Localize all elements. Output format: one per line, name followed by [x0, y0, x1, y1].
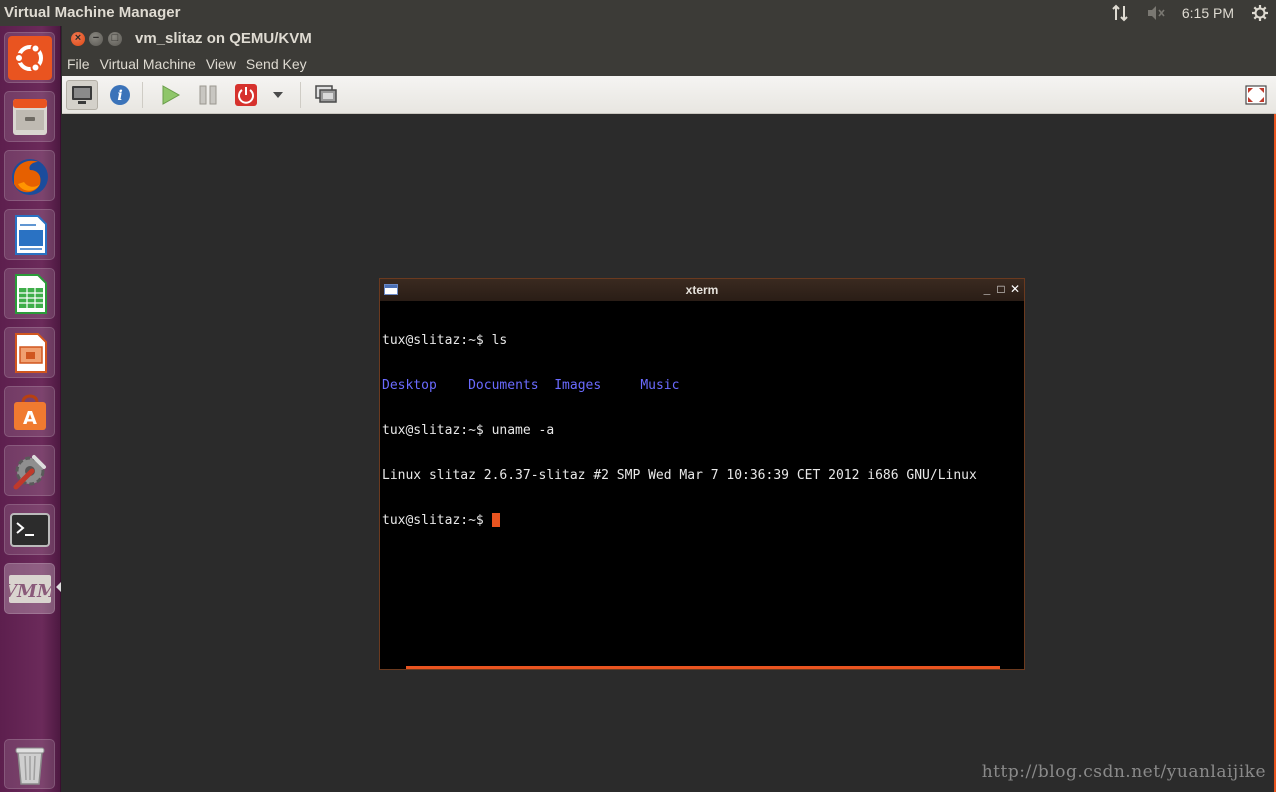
vmm-logo-icon: VMM [8, 574, 52, 603]
dir-entry: Desktop [382, 378, 437, 393]
minimize-window-button[interactable]: − [89, 32, 103, 46]
toolbar: i [62, 76, 1276, 114]
maximize-icon: □ [111, 32, 119, 44]
power-icon [235, 84, 257, 106]
info-icon: i [110, 85, 130, 105]
volume-muted-icon[interactable] [1146, 3, 1166, 23]
xterm-close-button[interactable]: ✕ [1008, 282, 1022, 296]
file-cabinet-icon [12, 98, 47, 135]
command: uname -a [491, 423, 555, 438]
libreoffice-writer-button[interactable] [4, 209, 55, 260]
ubuntu-dash-button[interactable] [4, 32, 55, 83]
xterm-minimize-button[interactable]: _ [980, 282, 994, 296]
pause-icon [199, 85, 217, 105]
dir-entry: Images [554, 378, 602, 393]
xterm-bottom-accent [406, 666, 1000, 669]
snapshot-icon [315, 85, 337, 103]
terminal-line: tux@slitaz:~$ [382, 513, 1022, 528]
calc-spreadsheet-icon [14, 273, 47, 314]
text-cursor [491, 513, 500, 527]
launcher: A VMM [0, 26, 61, 792]
network-icon[interactable] [1110, 3, 1130, 23]
watermark: http://blog.csdn.net/yuanlaijike [981, 762, 1266, 782]
xterm-titlebar[interactable]: xterm _ □ ✕ [380, 279, 1024, 301]
dir-entry: Documents [468, 378, 539, 393]
minimize-icon: − [92, 32, 100, 44]
app-title: Virtual Machine Manager [4, 4, 181, 21]
impress-presentation-icon [14, 332, 47, 373]
details-view-button[interactable]: i [104, 80, 136, 110]
top-panel: Virtual Machine Manager 6:15 PM [0, 0, 1276, 26]
terminal-line: Linux slitaz 2.6.37-slitaz #2 SMP Wed Ma… [382, 468, 1022, 483]
vm-window-title: vm_slitaz on QEMU/KVM [135, 30, 312, 47]
chevron-down-icon [273, 92, 283, 98]
xterm-window[interactable]: xterm _ □ ✕ tux@slitaz:~$ ls Desktop Doc… [379, 278, 1025, 670]
monitor-icon [72, 86, 92, 104]
menu-virtual-machine[interactable]: Virtual Machine [100, 56, 196, 72]
close-icon: × [74, 32, 82, 44]
shutdown-button[interactable] [230, 80, 262, 110]
toolbar-separator [142, 82, 143, 108]
dir-entry: Music [640, 378, 680, 393]
terminal-line: Desktop Documents Images Music [382, 378, 1022, 393]
settings-wrench-icon [13, 454, 46, 489]
close-window-button[interactable]: × [71, 32, 85, 46]
run-button[interactable] [154, 80, 186, 110]
terminal-button[interactable] [4, 504, 55, 555]
software-center-button[interactable]: A [4, 386, 55, 437]
fullscreen-icon [1245, 85, 1267, 105]
virt-manager-button[interactable]: VMM [4, 563, 55, 614]
maximize-window-button[interactable]: □ [108, 32, 122, 46]
system-settings-button[interactable] [4, 445, 55, 496]
shopping-bag-icon: A [13, 394, 46, 430]
indicator-area: 6:15 PM [1110, 3, 1270, 23]
menubar: File Virtual Machine View Send Key [62, 52, 1276, 76]
prompt: tux@slitaz:~$ [382, 513, 492, 528]
clock[interactable]: 6:15 PM [1182, 5, 1234, 21]
menu-send-key[interactable]: Send Key [246, 56, 307, 72]
writer-document-icon [14, 214, 47, 255]
ubuntu-logo-icon [7, 35, 52, 80]
svg-text:i: i [117, 88, 122, 104]
xterm-maximize-button[interactable]: □ [994, 282, 1008, 296]
firefox-button[interactable] [4, 150, 55, 201]
libreoffice-calc-button[interactable] [4, 268, 55, 319]
trash-button[interactable] [4, 739, 55, 789]
play-icon [162, 85, 181, 105]
active-app-indicator [56, 582, 61, 592]
terminal-line: tux@slitaz:~$ ls [382, 333, 1022, 348]
menu-view[interactable]: View [206, 56, 236, 72]
prompt: tux@slitaz:~$ [382, 333, 492, 348]
svg-text:A: A [23, 408, 37, 429]
prompt: tux@slitaz:~$ [382, 423, 492, 438]
snapshots-button[interactable] [310, 80, 342, 110]
toolbar-separator [300, 82, 301, 108]
terminal-output[interactable]: tux@slitaz:~$ ls Desktop Documents Image… [382, 303, 1022, 663]
menu-file[interactable]: File [67, 56, 90, 72]
gear-icon[interactable] [1250, 3, 1270, 23]
firefox-icon [11, 158, 48, 195]
output-text: Linux slitaz 2.6.37-slitaz #2 SMP Wed Ma… [382, 468, 977, 483]
shutdown-menu-button[interactable] [264, 80, 292, 110]
fullscreen-button[interactable] [1240, 80, 1272, 110]
svg-text:VMM: VMM [8, 581, 52, 602]
console-view-button[interactable] [66, 80, 98, 110]
vm-titlebar[interactable]: × − □ vm_slitaz on QEMU/KVM [62, 26, 1276, 52]
xterm-title: xterm [685, 283, 719, 297]
files-button[interactable] [4, 91, 55, 142]
trash-icon [15, 747, 44, 785]
terminal-line: tux@slitaz:~$ uname -a [382, 423, 1022, 438]
command: ls [491, 333, 508, 348]
libreoffice-impress-button[interactable] [4, 327, 55, 378]
terminal-icon [9, 512, 50, 547]
pause-button[interactable] [192, 80, 224, 110]
